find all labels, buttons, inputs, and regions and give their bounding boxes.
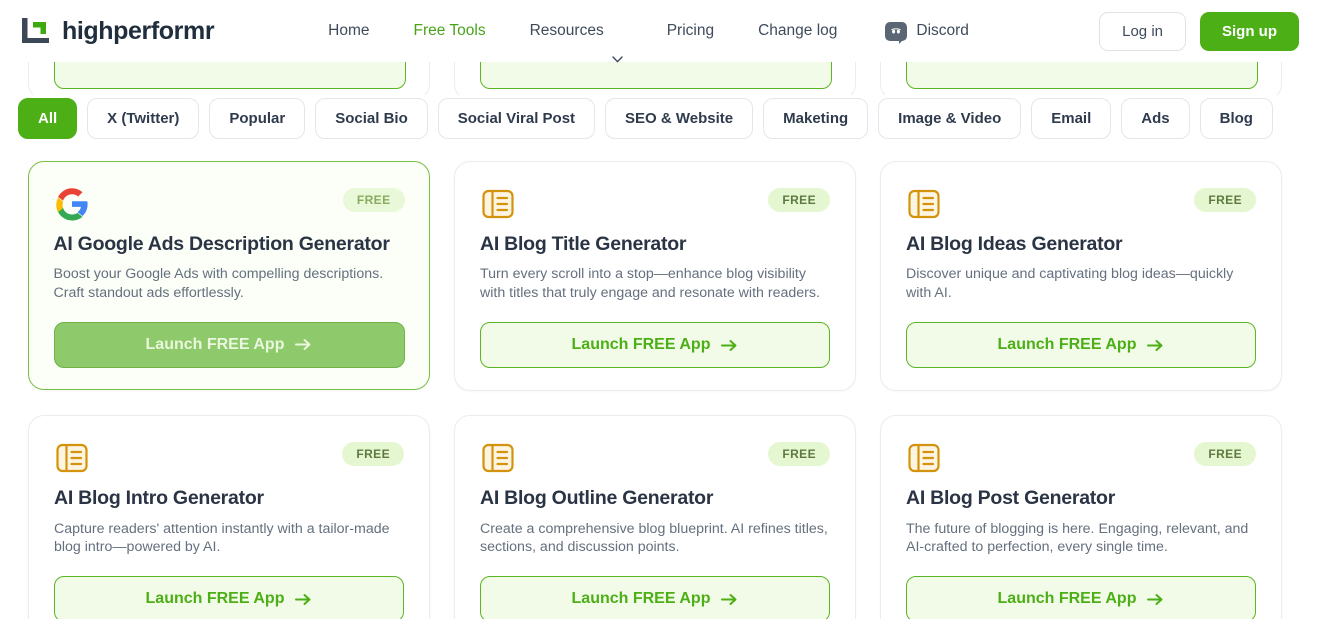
notebook-icon	[480, 440, 516, 476]
card-description: Turn every scroll into a stop—enhance bl…	[480, 266, 820, 302]
launch-free-app-button[interactable]: Launch FREE App	[53, 321, 405, 368]
card-description: Boost your Google Ads with compelling de…	[53, 265, 384, 301]
partial-launch-button[interactable]	[480, 60, 832, 89]
free-badge: FREE	[342, 187, 405, 212]
partial-launch-button[interactable]	[906, 60, 1258, 89]
arrow-right-icon	[295, 338, 312, 351]
card-header: FREE	[54, 440, 404, 476]
filter-chip-all[interactable]: All	[18, 97, 78, 139]
card-title: AI Blog Title Generator	[480, 233, 687, 255]
launch-free-app-button[interactable]: Launch FREE App	[54, 576, 404, 619]
launch-label: Launch FREE App	[145, 335, 285, 353]
nav-item-home[interactable]: Home	[306, 0, 391, 62]
filter-chip-seo-website[interactable]: SEO & Website	[605, 97, 754, 139]
tool-card[interactable]: FREE AI Blog Post Generator The future o…	[880, 415, 1282, 619]
nav-item-free-tools[interactable]: Free Tools	[392, 0, 508, 62]
card-description: The future of blogging is here. Engaging…	[906, 520, 1249, 556]
filter-chip-ads[interactable]: Ads	[1121, 97, 1190, 139]
filter-chip-marketing[interactable]: Maketing	[763, 97, 869, 139]
free-badge: FREE	[768, 442, 830, 467]
nav-item-pricing[interactable]: Pricing	[645, 0, 736, 62]
card-description: Capture readers' attention instantly wit…	[54, 520, 390, 556]
card-title: AI Google Ads Description Generator	[53, 232, 390, 255]
arrow-right-icon	[1147, 339, 1164, 352]
free-badge: FREE	[1194, 442, 1256, 467]
filter-chip-popular[interactable]: Popular	[209, 97, 306, 139]
nav-label: Resources	[529, 22, 604, 39]
filter-chip-social-viral-post[interactable]: Social Viral Post	[437, 97, 596, 139]
site-header: highperformr Home Free Tools Resources P…	[0, 0, 1317, 63]
tool-card-grid: FREE AI Google Ads Description Generator…	[0, 161, 1317, 619]
partial-card[interactable]	[880, 60, 1282, 96]
launch-free-app-button[interactable]: Launch FREE App	[906, 576, 1256, 619]
notebook-icon	[54, 440, 90, 476]
arrow-right-icon	[1147, 593, 1164, 606]
filter-chip-social-bio[interactable]: Social Bio	[315, 97, 428, 139]
free-badge: FREE	[768, 188, 830, 212]
notebook-icon	[480, 186, 516, 222]
launch-label: Launch FREE App	[571, 336, 711, 354]
filter-chip-image-video[interactable]: Image & Video	[878, 97, 1022, 139]
launch-free-app-button[interactable]: Launch FREE App	[906, 322, 1256, 369]
arrow-right-icon	[721, 593, 738, 606]
card-title: AI Blog Intro Generator	[54, 487, 264, 510]
card-title: AI Blog Outline Generator	[480, 487, 714, 510]
launch-label: Launch FREE App	[571, 590, 711, 608]
previous-row-partial	[0, 60, 1317, 96]
partial-card[interactable]	[454, 60, 856, 96]
nav-label: Change log	[758, 22, 838, 39]
filter-chip-email[interactable]: Email	[1031, 97, 1112, 139]
notebook-icon	[906, 440, 942, 476]
tool-card[interactable]: FREE AI Google Ads Description Generator…	[28, 161, 430, 391]
nav-label: Discord	[916, 22, 969, 39]
launch-label: Launch FREE App	[145, 590, 285, 608]
auth-actions: Log in Sign up	[1099, 11, 1299, 51]
card-header: FREE	[906, 186, 1256, 222]
nav-label: Pricing	[666, 22, 715, 39]
launch-free-app-button[interactable]: Launch FREE App	[480, 576, 830, 619]
main-nav: Home Free Tools Resources Pricing Change…	[306, 0, 991, 63]
chevron-down-icon	[612, 28, 623, 63]
arrow-right-icon	[295, 593, 312, 606]
arrow-right-icon	[721, 339, 738, 352]
google-g-icon	[54, 186, 90, 222]
card-description: Discover unique and captivating blog ide…	[906, 266, 1234, 302]
card-header: FREE	[480, 186, 830, 222]
card-title: AI Blog Post Generator	[906, 487, 1116, 510]
nav-item-discord[interactable]: Discord	[859, 0, 991, 62]
card-title: AI Blog Ideas Generator	[906, 233, 1123, 255]
category-filter-bar: All X (Twitter) Popular Social Bio Socia…	[0, 95, 1317, 141]
partial-launch-button[interactable]	[54, 60, 406, 89]
card-header: FREE	[906, 440, 1256, 476]
tool-card[interactable]: FREE AI Blog Ideas Generator Discover un…	[880, 161, 1282, 392]
launch-free-app-button[interactable]: Launch FREE App	[480, 322, 830, 369]
logo[interactable]: highperformr	[18, 14, 215, 48]
partial-card[interactable]	[28, 60, 430, 96]
filter-chip-x-twitter[interactable]: X (Twitter)	[87, 97, 200, 139]
launch-label: Launch FREE App	[997, 336, 1137, 354]
nav-item-change-log[interactable]: Change log	[736, 0, 859, 62]
tool-card[interactable]: FREE AI Blog Outline Generator Create a …	[454, 415, 856, 619]
free-badge: FREE	[1194, 188, 1256, 212]
card-description: Create a comprehensive blog blueprint. A…	[480, 520, 828, 556]
nav-label: Free Tools	[413, 22, 486, 39]
tool-card[interactable]: FREE AI Blog Intro Generator Capture rea…	[28, 415, 430, 619]
nav-label: Home	[328, 22, 370, 39]
card-header: FREE	[480, 440, 830, 476]
launch-label: Launch FREE App	[997, 590, 1137, 608]
notebook-icon	[906, 186, 942, 222]
filter-chip-blog[interactable]: Blog	[1199, 97, 1273, 139]
nav-item-resources[interactable]: Resources	[508, 0, 645, 63]
discord-icon	[885, 21, 908, 44]
card-header: FREE	[54, 186, 405, 222]
logo-text: highperformr	[62, 16, 215, 45]
l-bracket-logo-icon	[18, 14, 52, 48]
signup-button[interactable]: Sign up	[1200, 11, 1299, 51]
free-badge: FREE	[342, 442, 404, 467]
tool-card[interactable]: FREE AI Blog Title Generator Turn every …	[454, 161, 856, 392]
login-button[interactable]: Log in	[1099, 11, 1186, 51]
